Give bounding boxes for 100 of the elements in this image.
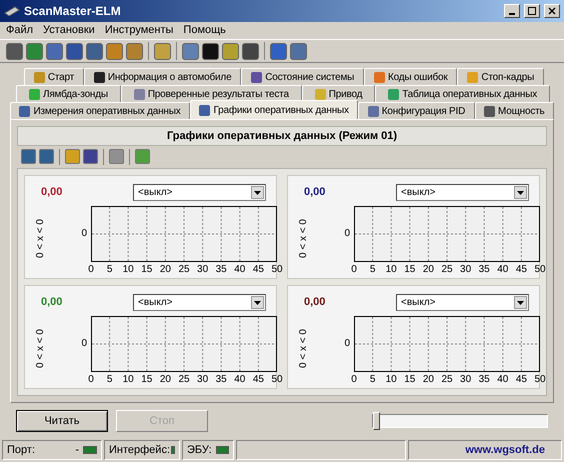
tab-icon <box>484 106 496 116</box>
x-axis-label: 40 <box>234 265 246 275</box>
action-button[interactable]: Читать <box>16 410 108 432</box>
tab-icon <box>34 72 45 82</box>
x-axis-label: 45 <box>516 375 527 385</box>
toolbar-tool-icon[interactable] <box>83 149 98 164</box>
x-axis-label: 50 <box>271 375 283 385</box>
x-axis-label: 45 <box>516 265 527 275</box>
toolbar-tool-icon[interactable] <box>202 42 219 60</box>
tab[interactable]: Состояние системы <box>241 68 364 85</box>
y-axis-label: 0 <box>81 229 87 239</box>
tab-icon <box>19 106 30 116</box>
x-axis-label: 30 <box>197 375 208 385</box>
tab[interactable]: Измерения оперативных данных <box>10 102 190 119</box>
tab-icon <box>368 106 379 116</box>
menu-item[interactable]: Инструменты <box>104 22 174 39</box>
x-axis-label: 10 <box>386 265 397 275</box>
tab-icon <box>251 72 262 82</box>
x-axis-label: 5 <box>106 265 112 275</box>
x-axis-label: 5 <box>370 375 376 385</box>
range-label: 0 < x < 0 <box>34 328 46 368</box>
x-axis-label: 35 <box>216 375 227 385</box>
menu-item[interactable]: Установки <box>43 22 95 39</box>
x-axis-label: 0 <box>351 265 357 275</box>
x-axis-label: 20 <box>160 375 171 385</box>
x-axis-label: 35 <box>216 265 227 275</box>
range-label: 0 < x < 0 <box>296 218 310 258</box>
menu-item[interactable]: Файл <box>6 22 34 39</box>
x-axis-label: 15 <box>141 375 152 385</box>
maximize-button[interactable] <box>524 4 540 18</box>
tab[interactable]: Конфигурация PID <box>358 102 475 119</box>
x-axis-label: 25 <box>441 375 453 385</box>
maximize-icon <box>528 7 536 15</box>
x-axis-label: 20 <box>160 265 171 275</box>
x-axis-label: 10 <box>386 375 397 385</box>
x-axis-label: 20 <box>422 265 434 275</box>
x-axis-label: 0 <box>88 265 94 275</box>
tab-icon <box>28 88 40 100</box>
graph-value: 0,00 <box>40 185 64 200</box>
x-axis-label: 5 <box>370 265 376 275</box>
y-axis-label: 0 <box>81 339 87 349</box>
parameter-dropdown[interactable]: <выкл> <box>133 184 266 201</box>
x-axis-label: 50 <box>534 375 546 385</box>
menu-item[interactable]: Помощь <box>183 22 226 39</box>
x-axis-label: 40 <box>497 375 508 385</box>
tab-icon <box>94 72 105 82</box>
minimize-button[interactable] <box>504 4 520 18</box>
toolbar-tool-icon[interactable] <box>242 42 259 60</box>
status-label: Порт: <box>7 442 36 458</box>
x-axis-label: 15 <box>141 265 152 275</box>
tab[interactable]: Таблица оперативных данных <box>375 85 550 102</box>
x-axis-label: 10 <box>122 375 134 385</box>
tab[interactable]: Мощность <box>474 102 554 119</box>
tab[interactable]: Стоп-кадры <box>457 68 544 85</box>
x-axis-label: 45 <box>252 265 264 275</box>
y-axis-label: 0 <box>344 229 350 239</box>
parameter-dropdown[interactable]: <выкл> <box>396 184 529 201</box>
y-axis-label: 0 <box>344 339 350 349</box>
tab-icon <box>199 104 210 116</box>
x-axis-label: 30 <box>197 265 208 275</box>
tab-icon <box>314 88 326 100</box>
x-axis-label: 5 <box>106 375 112 385</box>
tab-icon <box>388 88 400 100</box>
status-label: ЭБУ: <box>187 442 212 458</box>
tab[interactable]: Графики оперативных данных <box>190 100 358 119</box>
tab[interactable]: Коды ошибок <box>364 68 458 85</box>
tab-icon <box>467 72 478 82</box>
range-label: 0 < x < 0 <box>34 218 46 258</box>
x-axis-label: 50 <box>271 265 283 275</box>
x-axis-label: 35 <box>478 265 490 275</box>
status-value: - <box>75 442 79 458</box>
tab[interactable]: Информация о автомобиле <box>84 68 242 85</box>
x-axis-label: 30 <box>460 375 472 385</box>
x-axis-label: 30 <box>460 265 472 275</box>
slider-track[interactable] <box>372 414 548 428</box>
window-title: ScanMaster-ELM <box>24 3 122 20</box>
x-axis-label: 45 <box>252 375 264 385</box>
tab[interactable]: Привод <box>302 85 376 102</box>
x-axis-label: 25 <box>178 375 190 385</box>
range-label: 0 < x < 0 <box>296 328 310 368</box>
close-icon <box>548 7 556 15</box>
tab[interactable]: Старт <box>24 68 84 85</box>
x-axis-label: 35 <box>478 375 490 385</box>
x-axis-label: 25 <box>178 265 190 275</box>
graph-value: 0,00 <box>303 295 326 310</box>
x-axis-label: 0 <box>351 375 357 385</box>
close-button[interactable] <box>544 4 560 18</box>
slider-thumb[interactable] <box>373 412 380 430</box>
x-axis-label: 15 <box>404 375 416 385</box>
x-axis-label: 0 <box>88 375 94 385</box>
tab-icon <box>134 88 145 100</box>
x-axis-label: 20 <box>422 375 434 385</box>
tab[interactable]: Лямбда-зонды <box>16 85 121 102</box>
x-axis-label: 50 <box>534 265 546 275</box>
parameter-dropdown[interactable]: <выкл> <box>133 294 266 311</box>
tab[interactable]: Проверенные результаты теста <box>120 85 302 102</box>
app-logo-icon <box>4 6 20 16</box>
parameter-dropdown[interactable]: <выкл> <box>396 294 529 311</box>
x-axis-label: 25 <box>441 265 453 275</box>
panel-header: Графики оперативных данных (Режим 01) <box>17 126 547 146</box>
